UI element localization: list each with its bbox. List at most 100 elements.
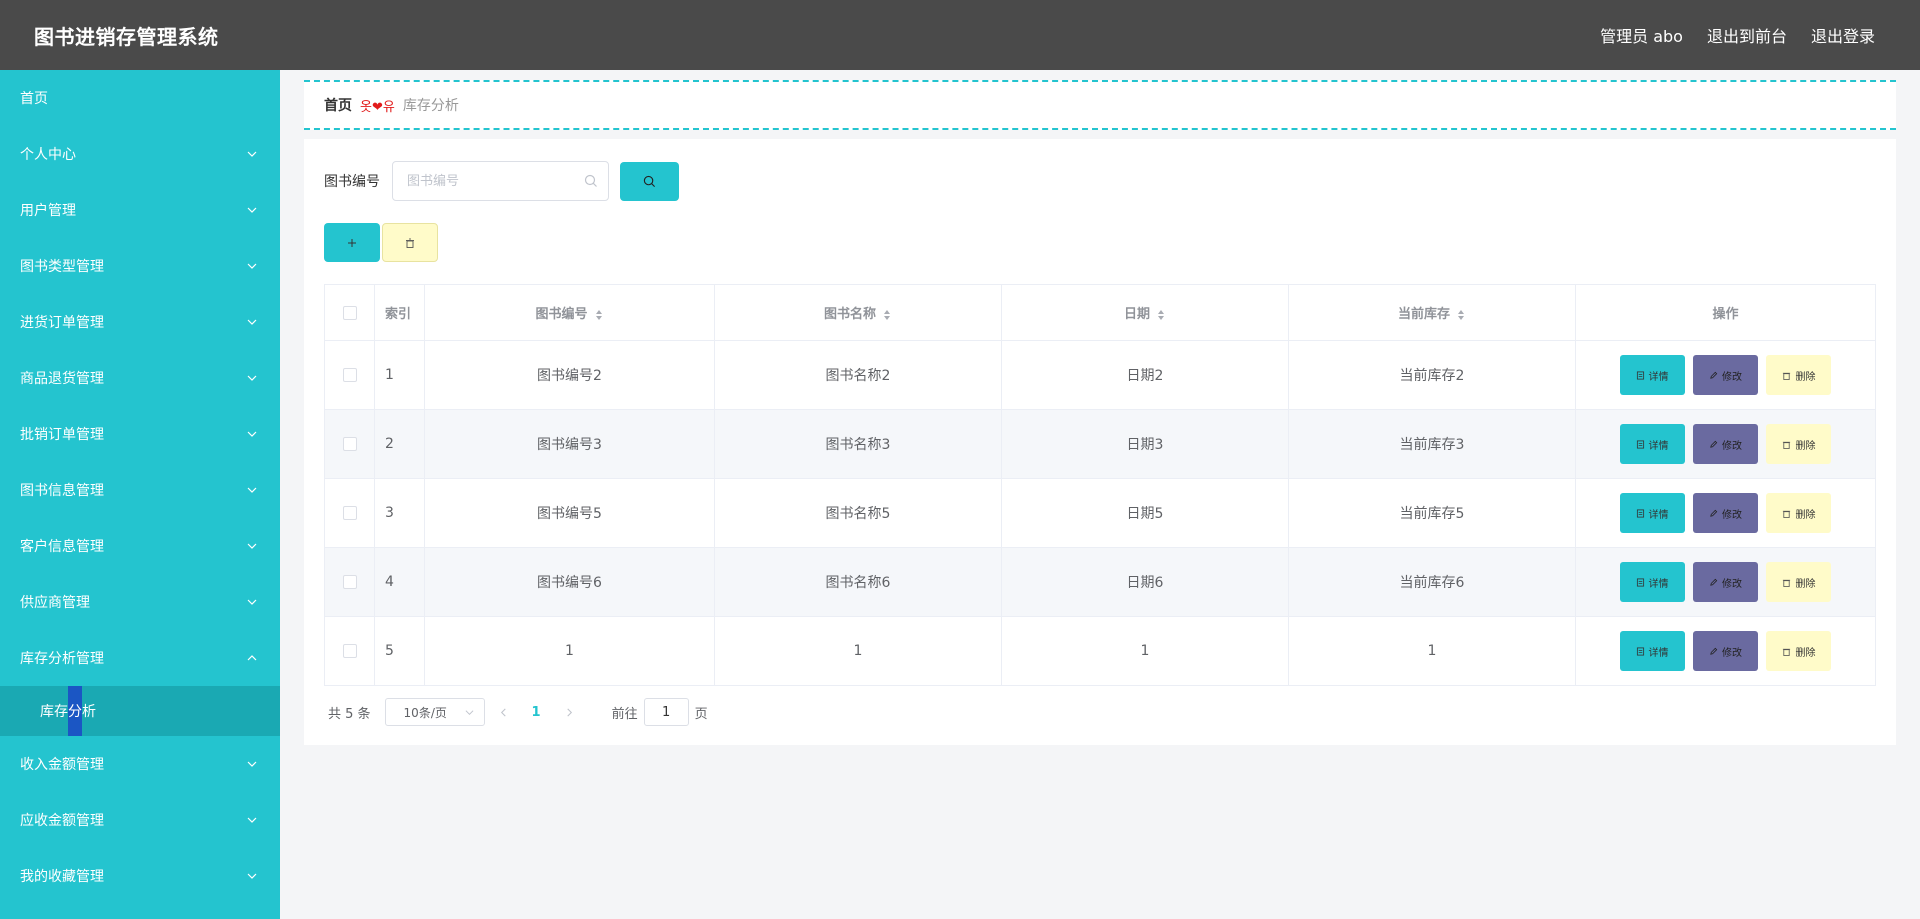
table-row: 1 图书编号2 图书名称2 日期2 当前库存2 详情 修改 删除: [324, 340, 1876, 410]
sidebar-item-wholesale-orders[interactable]: 批销订单管理: [0, 406, 280, 462]
chevron-down-icon: [244, 370, 260, 386]
trash-icon: [1783, 510, 1791, 518]
sidebar-item-label: 批销订单管理: [20, 427, 104, 443]
current-page[interactable]: 1: [532, 705, 541, 720]
sort-icon[interactable]: [1456, 308, 1466, 322]
row-checkbox[interactable]: [342, 437, 357, 451]
trash-icon: [406, 238, 414, 248]
sidebar-item-income[interactable]: 收入金额管理: [0, 736, 280, 792]
delete-button[interactable]: 删除: [1766, 424, 1832, 464]
page-size-select[interactable]: 10条/页: [384, 698, 485, 726]
delete-button[interactable]: 删除: [1766, 355, 1832, 395]
next-page-button[interactable]: [565, 708, 574, 717]
row-checkbox[interactable]: [342, 368, 357, 382]
sidebar: 首页 个人中心 用户管理 图书类型管理 进货订单管理 商品退货管理 批销订单管理…: [0, 70, 280, 919]
detail-button[interactable]: 详情: [1619, 355, 1685, 395]
row-checkbox-cell: [324, 616, 375, 686]
sort-icon[interactable]: [1156, 308, 1166, 322]
sidebar-item-purchase-orders[interactable]: 进货订单管理: [0, 294, 280, 350]
sidebar-item-label: 首页: [20, 91, 48, 107]
sidebar-item-label: 库存分析管理: [20, 651, 104, 667]
edit-button[interactable]: 修改: [1693, 562, 1758, 602]
goto-page-input[interactable]: [643, 698, 689, 726]
edit-button[interactable]: 修改: [1693, 631, 1758, 671]
main-panel: 图书编号 索引 图书编号 图书名称 日期 当前库存 操作: [304, 139, 1896, 745]
detail-button[interactable]: 详情: [1619, 493, 1685, 533]
exit-to-front-link[interactable]: 退出到前台: [1707, 23, 1787, 47]
edit-button[interactable]: 修改: [1693, 493, 1758, 533]
row-checkbox[interactable]: [342, 506, 357, 520]
chevron-down-icon: [244, 482, 260, 498]
header-checkbox-cell: [324, 284, 375, 341]
delete-button[interactable]: 删除: [1766, 631, 1832, 671]
sidebar-item-book-type[interactable]: 图书类型管理: [0, 238, 280, 294]
sidebar-item-favorites[interactable]: 我的收藏管理: [0, 848, 280, 904]
sidebar-item-personal-center[interactable]: 个人中心: [0, 126, 280, 182]
detail-button[interactable]: 详情: [1619, 562, 1685, 602]
breadcrumb-home[interactable]: 首页: [324, 95, 352, 115]
search-input[interactable]: [393, 162, 608, 200]
add-button[interactable]: [324, 223, 380, 262]
sidebar-item-label: 我的收藏管理: [20, 869, 104, 885]
delete-button[interactable]: 删除: [1766, 493, 1832, 533]
sidebar-subitem-label: 库存分析: [40, 704, 96, 720]
row-checkbox[interactable]: [342, 644, 357, 658]
cell-book-no: 图书编号5: [424, 478, 715, 548]
cell-book-no: 图书编号6: [424, 547, 715, 617]
cell-ops: 详情 修改 删除: [1575, 616, 1876, 686]
cell-book-name: 图书名称2: [714, 340, 1002, 410]
pencil-icon: [1710, 578, 1718, 586]
cell-date: 日期6: [1001, 547, 1289, 617]
cell-book-name: 图书名称3: [714, 409, 1002, 479]
pencil-icon: [1710, 647, 1718, 655]
search-icon: [643, 175, 656, 187]
goto-label: 前往: [611, 706, 638, 722]
select-all-checkbox[interactable]: [342, 305, 357, 320]
cell-date: 1: [1001, 616, 1289, 686]
search-label: 图书编号: [324, 174, 380, 190]
header-book-no[interactable]: 图书编号: [424, 284, 715, 341]
chevron-down-icon: [244, 538, 260, 554]
cell-book-name: 图书名称5: [714, 478, 1002, 548]
breadcrumb-separator: 옷❤유: [360, 99, 395, 115]
edit-button[interactable]: 修改: [1693, 355, 1758, 395]
sidebar-item-receivables[interactable]: 应收金额管理: [0, 792, 280, 848]
chevron-down-icon: [244, 258, 260, 274]
edit-button[interactable]: 修改: [1693, 424, 1758, 464]
sidebar-item-suppliers[interactable]: 供应商管理: [0, 574, 280, 630]
document-icon: [1636, 577, 1644, 587]
cell-index: 4: [374, 547, 425, 617]
search-form: 图书编号: [324, 161, 679, 201]
row-checkbox[interactable]: [342, 575, 357, 589]
sidebar-item-label: 商品退货管理: [20, 371, 104, 387]
search-button[interactable]: [620, 161, 679, 201]
sidebar-item-book-info[interactable]: 图书信息管理: [0, 462, 280, 518]
delete-button[interactable]: 删除: [1766, 562, 1832, 602]
prev-page-button[interactable]: [499, 708, 508, 717]
header-ops: 操作: [1575, 284, 1876, 341]
sidebar-item-returns[interactable]: 商品退货管理: [0, 350, 280, 406]
sidebar-item-customer-info[interactable]: 客户信息管理: [0, 518, 280, 574]
sidebar-item-label: 图书信息管理: [20, 483, 104, 499]
sidebar-item-label: 应收金额管理: [20, 813, 104, 829]
detail-button[interactable]: 详情: [1619, 424, 1685, 464]
header-stock[interactable]: 当前库存: [1288, 284, 1576, 341]
sidebar-item-home[interactable]: 首页: [0, 70, 280, 126]
batch-delete-button[interactable]: [382, 223, 438, 262]
header-date[interactable]: 日期: [1001, 284, 1289, 341]
chevron-down-icon: [244, 202, 260, 218]
logout-link[interactable]: 退出登录: [1811, 23, 1875, 47]
header-book-name[interactable]: 图书名称: [714, 284, 1002, 341]
sidebar-item-inventory-analysis[interactable]: 库存分析管理: [0, 630, 280, 686]
detail-button[interactable]: 详情: [1619, 631, 1685, 671]
sidebar-item-user-management[interactable]: 用户管理: [0, 182, 280, 238]
cell-ops: 详情 修改 删除: [1575, 478, 1876, 548]
chevron-down-icon: [244, 146, 260, 162]
search-field: [392, 161, 609, 201]
chevron-down-icon: [244, 594, 260, 610]
cell-book-no: 图书编号3: [424, 409, 715, 479]
sidebar-item-label: 用户管理: [20, 203, 76, 219]
sort-icon[interactable]: [882, 308, 892, 322]
sidebar-subitem-inventory-analysis[interactable]: 库存分析: [0, 686, 280, 736]
sort-icon[interactable]: [594, 308, 604, 322]
